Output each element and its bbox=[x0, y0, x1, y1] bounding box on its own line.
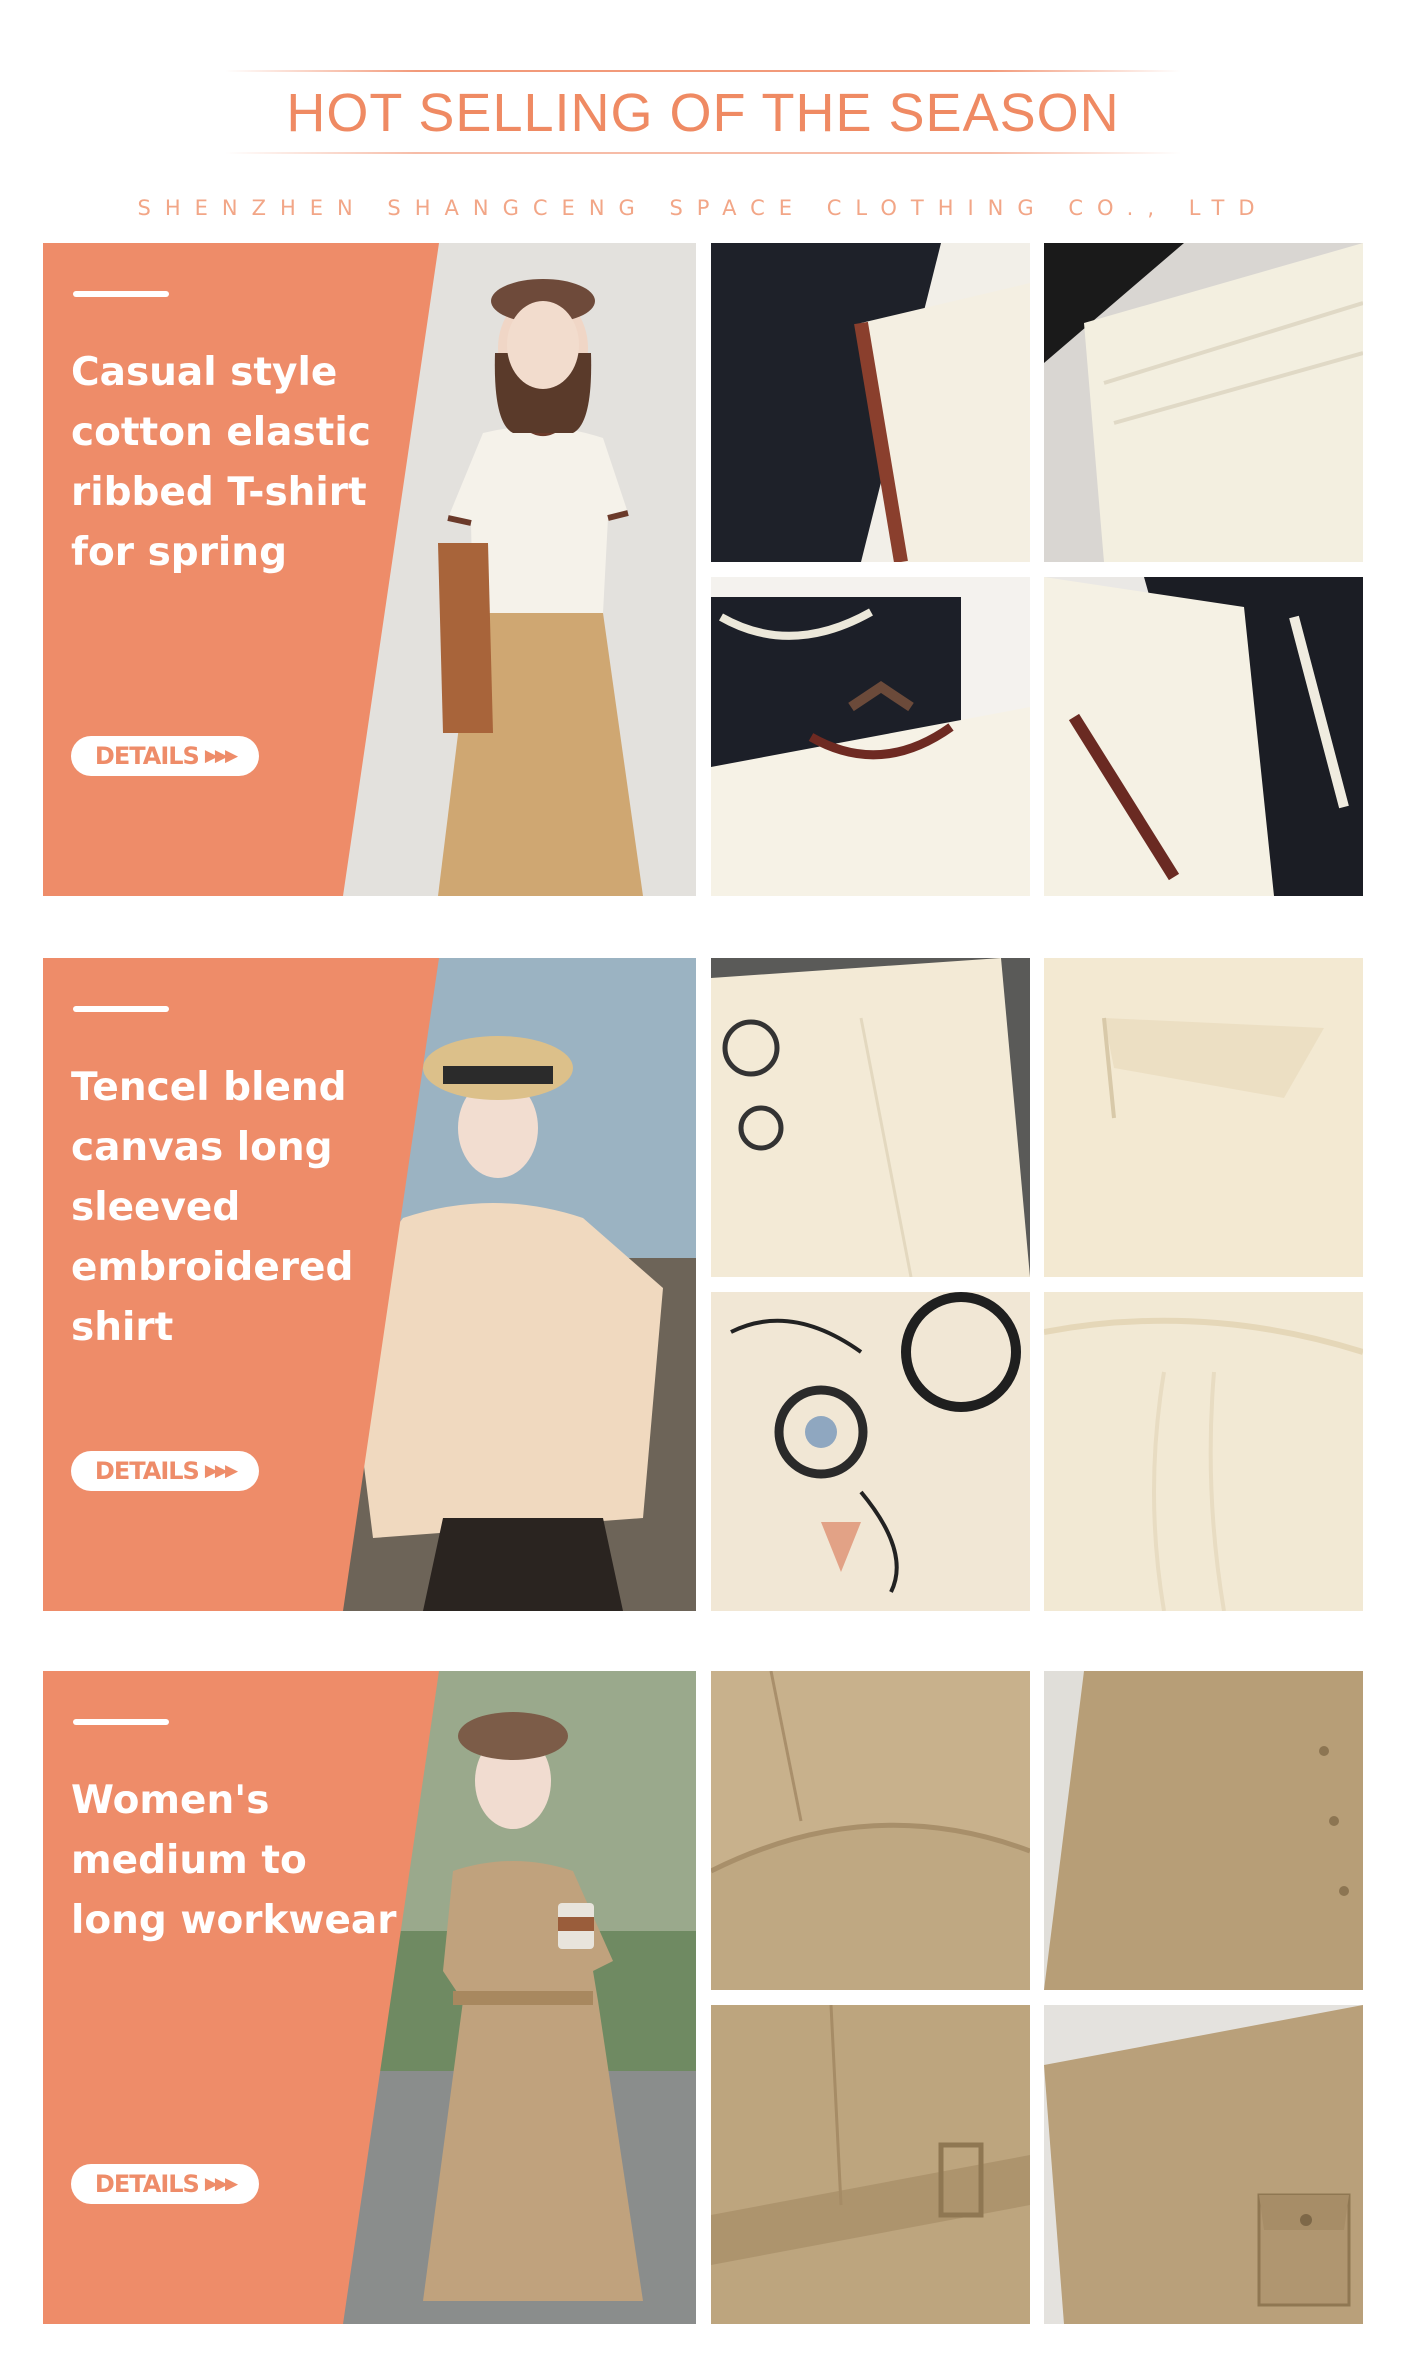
dress-fold-photo bbox=[711, 1671, 1030, 1990]
product-thumbnail[interactable] bbox=[711, 243, 1030, 562]
product-section-shirt: Tencel blend canvas long sleeved embroid… bbox=[43, 958, 1365, 1611]
back-yoke-photo bbox=[1044, 1292, 1363, 1611]
sleeve-detail-photo bbox=[711, 243, 1030, 562]
product-thumbnail[interactable] bbox=[711, 1292, 1030, 1611]
company-name: SHENZHEN SHANGCENG SPACE CLOTHING CO., L… bbox=[137, 196, 1269, 220]
product-thumbnail[interactable] bbox=[711, 2005, 1030, 2324]
sleeves-pair-photo bbox=[1044, 577, 1363, 896]
placket-buttons-photo bbox=[1044, 1671, 1363, 1990]
product-thumbnail[interactable] bbox=[1044, 2005, 1363, 2324]
product-thumbnail[interactable] bbox=[1044, 1671, 1363, 1990]
triple-chevron-right-icon: ▶▶▶ bbox=[204, 746, 238, 766]
product-thumbnail[interactable] bbox=[1044, 958, 1363, 1277]
details-button[interactable]: DETAILS ▶▶▶ bbox=[71, 1451, 259, 1491]
product-thumbnail[interactable] bbox=[711, 958, 1030, 1277]
headline-dash bbox=[73, 1006, 169, 1012]
headline-dash bbox=[73, 1719, 169, 1725]
triple-chevron-right-icon: ▶▶▶ bbox=[204, 2174, 238, 2194]
product-section-workwear: Women's medium to long workwear DETAILS … bbox=[43, 1671, 1365, 2324]
placket-detail-photo bbox=[1044, 958, 1363, 1277]
details-button[interactable]: DETAILS ▶▶▶ bbox=[71, 2164, 259, 2204]
triple-chevron-right-icon: ▶▶▶ bbox=[204, 1461, 238, 1481]
product-thumbnail[interactable] bbox=[1044, 577, 1363, 896]
details-button-label: DETAILS bbox=[94, 2170, 200, 2198]
hem-detail-photo bbox=[1044, 243, 1363, 562]
neckline-detail-photo bbox=[711, 577, 1030, 896]
product-banner[interactable]: Women's medium to long workwear DETAILS … bbox=[43, 1671, 696, 2324]
headline-dash bbox=[73, 291, 169, 297]
embroidery-detail-photo bbox=[711, 1292, 1030, 1611]
details-button-label: DETAILS bbox=[94, 742, 200, 770]
details-button[interactable]: DETAILS ▶▶▶ bbox=[71, 736, 259, 776]
page-header: HOT SELLING OF THE SEASON SHENZHEN SHANG… bbox=[0, 0, 1406, 230]
product-banner[interactable]: Casual style cotton elastic ribbed T-shi… bbox=[43, 243, 696, 896]
belt-detail-photo bbox=[711, 2005, 1030, 2324]
header-bottom-rule bbox=[225, 152, 1181, 154]
product-banner[interactable]: Tencel blend canvas long sleeved embroid… bbox=[43, 958, 696, 1611]
product-thumbnail[interactable] bbox=[1044, 1292, 1363, 1611]
product-headline: Tencel blend canvas long sleeved embroid… bbox=[71, 1065, 354, 1350]
product-thumbnail[interactable] bbox=[711, 577, 1030, 896]
product-thumbnail[interactable] bbox=[1044, 243, 1363, 562]
shirt-front-photo bbox=[711, 958, 1030, 1277]
header-top-rule bbox=[225, 70, 1181, 72]
product-thumbnail[interactable] bbox=[711, 1671, 1030, 1990]
page-title: HOT SELLING OF THE SEASON bbox=[286, 83, 1120, 143]
product-headline: Casual style cotton elastic ribbed T-shi… bbox=[71, 350, 371, 575]
product-section-tshirt: Casual style cotton elastic ribbed T-shi… bbox=[43, 243, 1365, 896]
pocket-detail-photo bbox=[1044, 2005, 1363, 2324]
product-headline: Women's medium to long workwear bbox=[71, 1778, 397, 1943]
details-button-label: DETAILS bbox=[94, 1457, 200, 1485]
